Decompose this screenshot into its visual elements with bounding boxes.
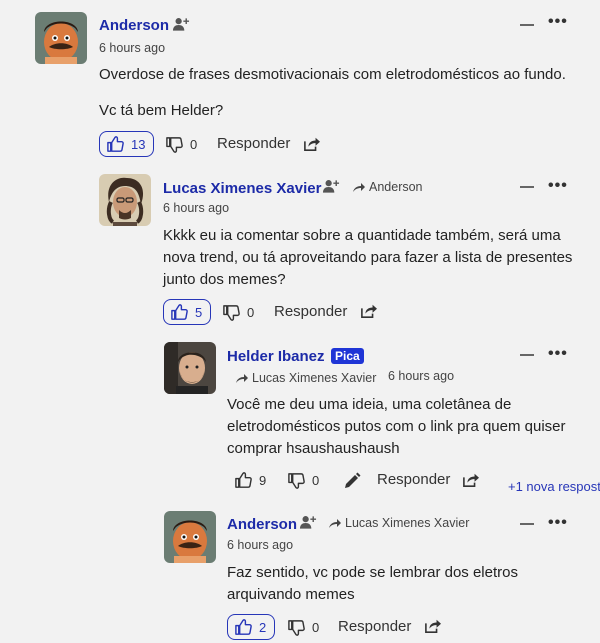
follow-user-icon[interactable] xyxy=(299,514,317,530)
comment-body: Overdose de frases desmotivacionais com … xyxy=(99,64,589,122)
thumbs-up-icon xyxy=(107,135,124,152)
collapse-icon[interactable] xyxy=(520,354,534,356)
thumbs-up-icon xyxy=(235,471,252,488)
comment-text: Vc tá bem Helder? xyxy=(99,102,224,119)
user-badge: Pica xyxy=(331,348,364,364)
follow-user-icon[interactable] xyxy=(172,16,190,32)
follow-user-icon[interactable] xyxy=(322,178,340,194)
like-button[interactable]: 13 xyxy=(99,131,155,157)
dislike-button[interactable]: 0 xyxy=(165,131,197,157)
author-name[interactable]: Anderson xyxy=(99,17,169,34)
dislike-button[interactable]: 0 xyxy=(287,467,319,493)
like-button[interactable]: 9 xyxy=(234,467,266,493)
reply-to[interactable]: Anderson xyxy=(352,180,423,194)
timestamp[interactable]: 6 hours ago xyxy=(227,538,293,552)
dislike-button[interactable]: 0 xyxy=(222,299,254,325)
more-icon[interactable]: ••• xyxy=(548,177,568,195)
new-replies-label: +1 nova resposta xyxy=(508,479,600,494)
avatar[interactable] xyxy=(99,174,151,226)
share-icon[interactable] xyxy=(303,136,321,152)
reply-arrow-icon xyxy=(329,518,341,528)
dislike-button[interactable]: 0 xyxy=(287,614,319,640)
new-replies-indicator[interactable]: +1 nova resposta xyxy=(502,479,600,494)
comment-text: Overdose de frases desmotivacionais com … xyxy=(99,66,566,83)
like-count: 13 xyxy=(131,136,146,152)
reply-to-name: Lucas Ximenes Xavier xyxy=(345,516,470,530)
thumbs-up-icon xyxy=(171,303,188,320)
more-icon[interactable]: ••• xyxy=(548,345,568,363)
comment: Lucas Ximenes Xavier Anderson 6 hours ag… xyxy=(0,165,600,335)
thumbs-down-icon xyxy=(288,619,305,636)
thumbs-down-icon xyxy=(288,472,305,489)
thumbs-down-icon xyxy=(166,136,183,153)
dislike-count: 0 xyxy=(312,472,320,488)
comment: Anderson Lucas Ximenes Xavier 6 hours ag… xyxy=(0,505,600,643)
comment-text: Kkkk eu ia comentar sobre a quantidade t… xyxy=(163,227,573,288)
comment-body: Você me deu uma ideia, uma coletânea de … xyxy=(227,394,592,460)
timestamp[interactable]: 6 hours ago xyxy=(99,41,165,55)
reply-to-name: Anderson xyxy=(369,180,423,194)
thumbs-up-icon xyxy=(235,618,252,635)
like-count: 2 xyxy=(259,619,267,635)
share-icon[interactable] xyxy=(424,618,442,634)
like-button[interactable]: 5 xyxy=(163,299,212,325)
like-count: 5 xyxy=(195,304,203,320)
more-icon[interactable]: ••• xyxy=(548,13,568,31)
more-icon[interactable]: ••• xyxy=(548,514,568,532)
reply-button[interactable]: Responder xyxy=(274,303,347,320)
thumbs-down-icon xyxy=(223,304,240,321)
reply-button[interactable]: Responder xyxy=(217,135,290,152)
edit-icon[interactable] xyxy=(343,472,361,490)
collapse-icon[interactable] xyxy=(520,186,534,188)
comment: Anderson 6 hours ago ••• Overdose de fra… xyxy=(0,0,600,165)
collapse-icon[interactable] xyxy=(520,523,534,525)
comment-body: Faz sentido, vc pode se lembrar dos elet… xyxy=(227,562,557,606)
share-icon[interactable] xyxy=(462,472,480,488)
like-count: 9 xyxy=(259,472,267,488)
author-name[interactable]: Helder Ibanez xyxy=(227,348,325,365)
avatar[interactable] xyxy=(35,12,87,64)
avatar[interactable] xyxy=(164,511,216,563)
reply-to[interactable]: Lucas Ximenes Xavier xyxy=(328,516,469,530)
reply-arrow-icon xyxy=(353,182,365,192)
share-icon[interactable] xyxy=(360,303,378,319)
comment-text: Você me deu uma ideia, uma coletânea de … xyxy=(227,396,566,457)
dislike-count: 0 xyxy=(190,136,198,152)
author-name[interactable]: Anderson xyxy=(227,516,297,533)
comment-body: Kkkk eu ia comentar sobre a quantidade t… xyxy=(163,225,588,291)
reply-arrow-icon xyxy=(236,373,248,383)
like-button[interactable]: 2 xyxy=(227,614,276,640)
collapse-icon[interactable] xyxy=(520,24,534,26)
reply-to-name: Lucas Ximenes Xavier xyxy=(252,371,377,385)
timestamp[interactable]: 6 hours ago xyxy=(388,369,454,383)
dislike-count: 0 xyxy=(247,304,255,320)
reply-button[interactable]: Responder xyxy=(338,618,411,635)
dislike-count: 0 xyxy=(312,619,320,635)
comment-text: Faz sentido, vc pode se lembrar dos elet… xyxy=(227,564,518,603)
avatar[interactable] xyxy=(164,342,216,394)
author-name[interactable]: Lucas Ximenes Xavier xyxy=(163,180,321,197)
timestamp[interactable]: 6 hours ago xyxy=(163,201,229,215)
reply-to[interactable]: Lucas Ximenes Xavier xyxy=(235,371,376,385)
reply-button[interactable]: Responder xyxy=(377,471,450,488)
comment: Helder Ibanez Pica Lucas Ximenes Xavier … xyxy=(0,335,600,505)
